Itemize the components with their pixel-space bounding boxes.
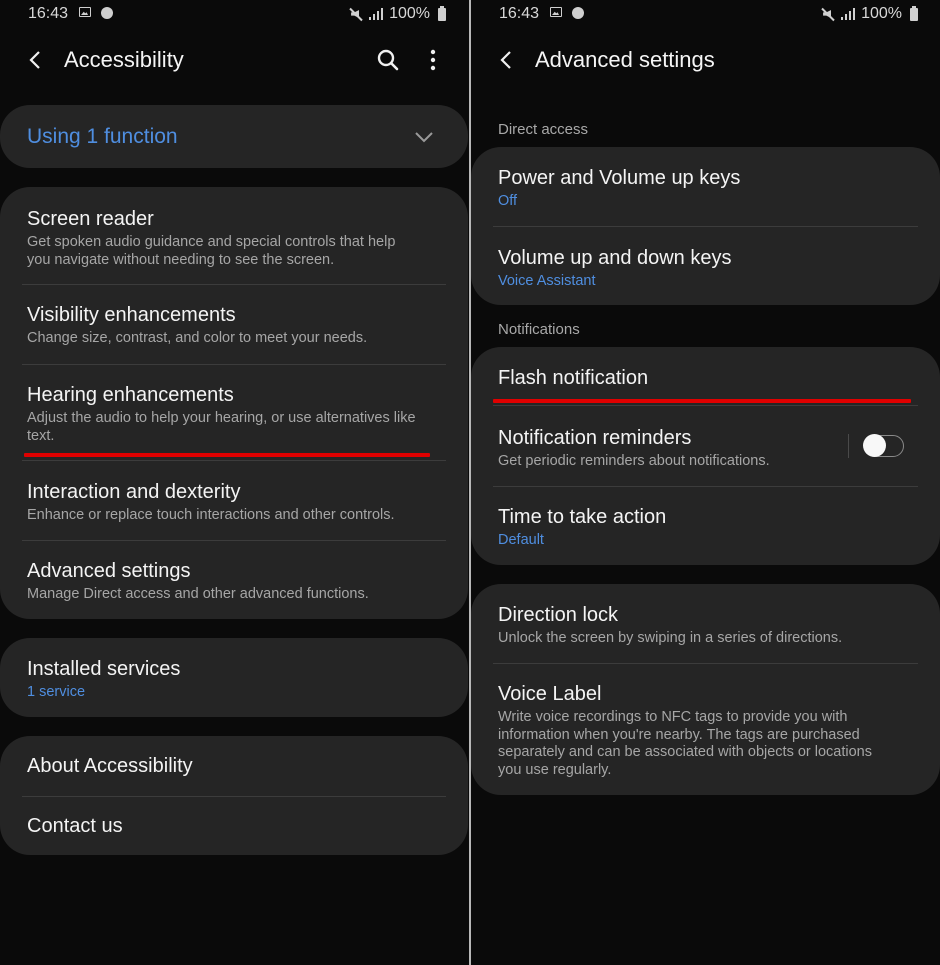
list-item-contact-us[interactable]: Contact us: [0, 814, 468, 838]
highlight-underline: [24, 453, 430, 457]
item-title: About Accessibility: [27, 755, 193, 777]
page-title: Advanced settings: [535, 47, 715, 72]
item-title: Screen reader: [27, 208, 154, 230]
search-button[interactable]: [376, 48, 400, 72]
item-value: Off: [498, 193, 518, 209]
list-item-advanced-settings[interactable]: Advanced settings Manage Direct access a…: [0, 559, 468, 604]
status-time: 16:43: [28, 5, 69, 22]
mute-icon: [821, 7, 835, 21]
divider: [493, 486, 918, 487]
item-subtitle: Get periodic reminders about notificatio…: [498, 453, 770, 469]
item-subtitle: Get spoken audio guidance and special co…: [27, 234, 396, 268]
back-arrow-icon: [29, 51, 40, 69]
list-item-flash-notification[interactable]: Flash notification: [471, 366, 940, 390]
app-bar: Accessibility: [0, 38, 468, 82]
toggle-divider: [848, 434, 849, 458]
item-title: Contact us: [27, 815, 123, 837]
list-item-notification-reminders[interactable]: Notification reminders Get periodic remi…: [471, 426, 850, 471]
list-item-direction-lock[interactable]: Direction lock Unlock the screen by swip…: [471, 603, 940, 648]
dex-icon: [572, 7, 584, 19]
divider: [22, 364, 446, 365]
page-title: Accessibility: [64, 47, 184, 72]
notification-reminders-toggle[interactable]: [863, 434, 904, 457]
list-item-power-volume-up[interactable]: Power and Volume up keys Off: [471, 166, 940, 211]
status-bar: 16:43 100%: [0, 0, 468, 28]
notification-reminders-toggle-area: [848, 432, 910, 462]
toggle-knob: [863, 434, 886, 457]
status-bar: 16:43 100%: [471, 0, 940, 28]
section-header-notifications: Notifications: [498, 321, 580, 338]
item-value: 1 service: [27, 684, 86, 700]
mute-icon: [349, 7, 363, 21]
section-header-direct-access: Direct access: [498, 121, 589, 138]
list-item-screen-reader[interactable]: Screen reader Get spoken audio guidance …: [0, 207, 468, 269]
item-value: Voice Assistant: [498, 273, 596, 289]
divider: [22, 460, 446, 461]
using-functions-label: Using 1 function: [27, 125, 178, 148]
dex-icon: [101, 7, 113, 19]
about-card: About Accessibility Contact us: [0, 736, 468, 855]
back-arrow-icon: [500, 51, 511, 69]
signal-icon: [841, 8, 856, 20]
status-time: 16:43: [499, 5, 540, 22]
item-title: Advanced settings: [27, 560, 191, 582]
gallery-icon: [550, 7, 562, 17]
list-item-hearing-enhancements[interactable]: Hearing enhancements Adjust the audio to…: [0, 383, 468, 445]
more-options-button[interactable]: [426, 48, 440, 72]
item-subtitle: Enhance or replace touch interactions an…: [27, 507, 395, 523]
item-subtitle: Change size, contrast, and color to meet…: [27, 330, 368, 346]
item-title: Interaction and dexterity: [27, 481, 241, 503]
chevron-down-icon[interactable]: [414, 127, 434, 147]
notifications-card: Flash notification Notification reminder…: [471, 347, 940, 565]
item-title: Time to take action: [498, 506, 667, 528]
list-item-volume-up-down[interactable]: Volume up and down keys Voice Assistant: [471, 246, 940, 291]
accessibility-categories-card: Screen reader Get spoken audio guidance …: [0, 187, 468, 619]
installed-services-card[interactable]: Installed services 1 service: [0, 638, 468, 717]
highlight-underline: [493, 399, 911, 403]
item-title: Notification reminders: [498, 427, 692, 449]
item-title: Hearing enhancements: [27, 384, 234, 406]
divider: [22, 284, 446, 285]
divider: [493, 663, 918, 664]
battery-percent: 100%: [861, 5, 902, 22]
item-title: Volume up and down keys: [498, 247, 732, 269]
list-item-about-accessibility[interactable]: About Accessibility: [0, 754, 468, 778]
item-subtitle: Adjust the audio to help your hearing, o…: [27, 410, 416, 444]
back-button[interactable]: [497, 50, 517, 70]
battery-icon: [438, 5, 446, 21]
item-title: Direction lock: [498, 604, 619, 626]
divider: [22, 796, 446, 797]
divider: [493, 405, 918, 406]
list-item-interaction-dexterity[interactable]: Interaction and dexterity Enhance or rep…: [0, 480, 468, 525]
app-bar: Advanced settings: [471, 38, 940, 82]
gallery-icon: [79, 7, 91, 17]
divider: [22, 540, 446, 541]
using-functions-card[interactable]: Using 1 function: [0, 105, 468, 168]
direct-access-card: Power and Volume up keys Off Volume up a…: [471, 147, 940, 305]
item-value: Default: [498, 532, 544, 548]
battery-icon: [910, 5, 918, 21]
other-settings-card: Direction lock Unlock the screen by swip…: [471, 584, 940, 795]
list-item-installed-services[interactable]: Installed services 1 service: [0, 657, 468, 702]
item-subtitle: Unlock the screen by swiping in a series…: [498, 630, 843, 646]
list-item-voice-label[interactable]: Voice Label Write voice recordings to NF…: [471, 682, 940, 779]
divider: [493, 226, 918, 227]
item-title: Voice Label: [498, 683, 602, 705]
accessibility-screen: 16:43 100% Accessibility Using 1 functio…: [0, 0, 468, 965]
item-title: Installed services: [27, 658, 181, 680]
item-title: Power and Volume up keys: [498, 167, 741, 189]
advanced-settings-screen: 16:43 100% Advanced settings Direct acce…: [471, 0, 940, 965]
list-item-time-to-take-action[interactable]: Time to take action Default: [471, 505, 940, 550]
battery-percent: 100%: [389, 5, 430, 22]
item-subtitle: Write voice recordings to NFC tags to pr…: [498, 709, 872, 778]
signal-icon: [369, 8, 384, 20]
item-title: Visibility enhancements: [27, 304, 236, 326]
back-button[interactable]: [26, 50, 46, 70]
search-icon: [377, 49, 399, 71]
item-subtitle: Manage Direct access and other advanced …: [27, 586, 369, 602]
more-options-icon: [430, 49, 436, 71]
list-item-visibility-enhancements[interactable]: Visibility enhancements Change size, con…: [0, 303, 468, 348]
item-title: Flash notification: [498, 367, 649, 389]
